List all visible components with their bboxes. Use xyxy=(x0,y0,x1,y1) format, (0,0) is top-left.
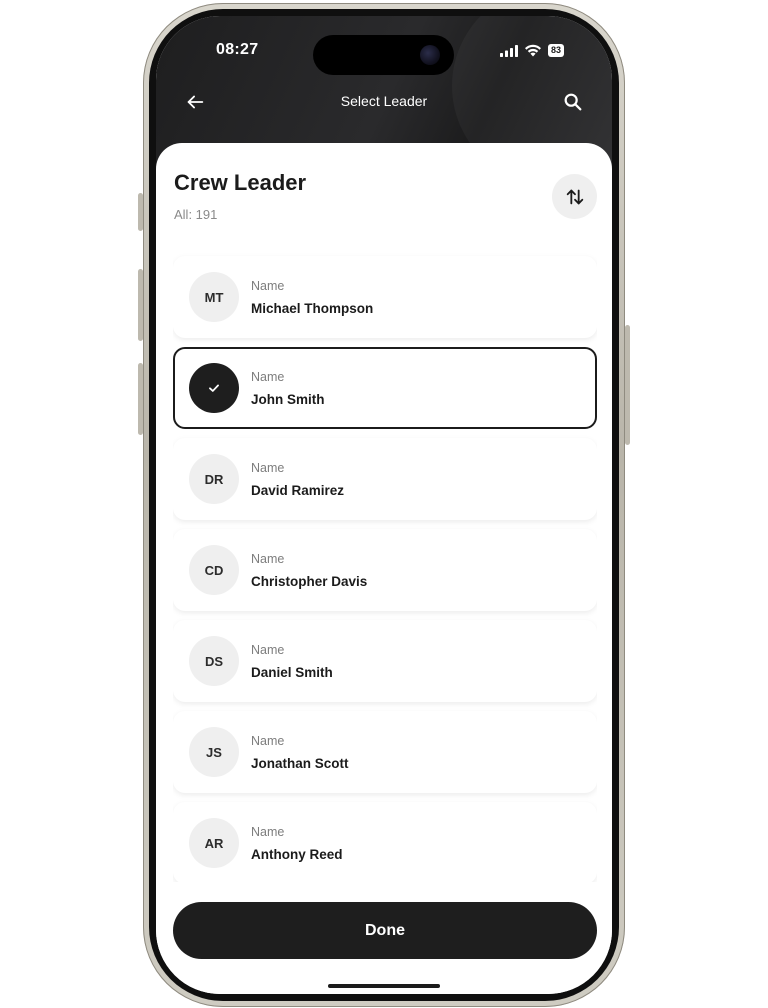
field-label: Name xyxy=(251,825,285,839)
leader-name: Anthony Reed xyxy=(251,847,343,862)
sort-button[interactable] xyxy=(552,174,597,219)
field-label: Name xyxy=(251,643,285,657)
list-item-selected[interactable]: Name John Smith xyxy=(173,347,597,429)
volume-down-button xyxy=(138,363,143,435)
list-item[interactable]: JS Name Jonathan Scott xyxy=(173,711,597,793)
list-item[interactable]: DS Name Daniel Smith xyxy=(173,620,597,702)
list-item[interactable]: DR Name David Ramirez xyxy=(173,438,597,520)
leader-list: MT Name Michael Thompson Name John Smith xyxy=(173,242,597,882)
leader-name: Michael Thompson xyxy=(251,301,374,316)
leader-name: Christopher Davis xyxy=(251,574,368,589)
list-item[interactable]: MT Name Michael Thompson xyxy=(173,256,597,338)
avatar: DS xyxy=(189,636,239,686)
check-icon xyxy=(209,384,219,392)
power-button xyxy=(625,325,630,445)
home-indicator xyxy=(328,984,440,988)
volume-up-button xyxy=(138,269,143,341)
avatar: MT xyxy=(189,272,239,322)
page-title: Crew Leader xyxy=(174,170,307,195)
action-button xyxy=(138,193,143,231)
list-item[interactable]: CD Name Christopher Davis xyxy=(173,529,597,611)
field-label: Name xyxy=(251,734,285,748)
nav-title: Select Leader xyxy=(340,93,428,109)
leader-name: John Smith xyxy=(251,392,325,407)
item-count: All: 191 xyxy=(174,207,218,222)
field-label: Name xyxy=(251,461,285,475)
leader-name: Jonathan Scott xyxy=(251,756,349,771)
wifi-icon xyxy=(524,44,541,57)
list-item[interactable]: AR Name Anthony Reed xyxy=(173,802,597,882)
search-icon[interactable] xyxy=(562,91,584,113)
leader-name: David Ramirez xyxy=(251,483,345,498)
phone-frame: 08:27 83 Select Leader Crew Leader All: … xyxy=(138,3,630,1007)
sort-arrows-icon xyxy=(566,189,583,204)
stage: 08:27 83 Select Leader Crew Leader All: … xyxy=(0,0,768,1008)
field-label: Name xyxy=(251,279,285,293)
avatar: DR xyxy=(189,454,239,504)
field-label: Name xyxy=(251,552,285,566)
avatar: JS xyxy=(189,727,239,777)
battery-indicator: 83 xyxy=(547,44,564,57)
field-label: Name xyxy=(251,370,285,384)
screen: 08:27 83 Select Leader Crew Leader All: … xyxy=(156,16,612,994)
avatar-selected xyxy=(189,363,239,413)
avatar: CD xyxy=(189,545,239,595)
camera-icon xyxy=(420,45,440,65)
done-button[interactable]: Done xyxy=(173,902,597,959)
avatar: AR xyxy=(189,818,239,868)
signal-icon xyxy=(499,44,518,57)
dynamic-island xyxy=(313,35,454,75)
nav-bar: Select Leader xyxy=(156,86,612,118)
status-time: 08:27 xyxy=(216,41,259,58)
content-sheet: Crew Leader All: 191 MT Name Michael Tho… xyxy=(156,143,612,994)
status-icons: 83 xyxy=(499,44,564,57)
leader-name: Daniel Smith xyxy=(251,665,333,680)
